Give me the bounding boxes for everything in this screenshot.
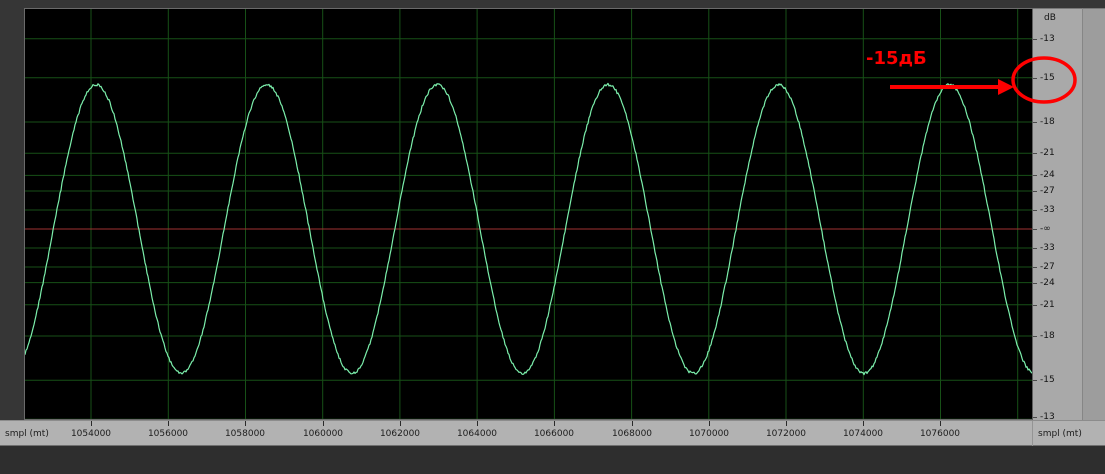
ruler-tick-label: 1070000 [688, 429, 730, 439]
ruler-tickmark [940, 421, 941, 426]
ruler-tickmark [168, 421, 169, 426]
db-scale-tickmark [1033, 282, 1037, 284]
db-scale-tickmark [1033, 417, 1037, 418]
ruler-tick-label: 1072000 [765, 429, 807, 439]
ruler-tick-label: 1068000 [611, 429, 653, 439]
db-scale-label: -33 [1040, 204, 1055, 215]
db-scale-unit-label: dB [1044, 13, 1056, 23]
ruler-divider [1032, 421, 1033, 447]
ruler-tickmark [632, 421, 633, 426]
ruler-tickmark [863, 421, 864, 426]
db-scale-tickmark [1033, 209, 1037, 211]
db-scale-tickmark [1033, 336, 1037, 337]
ruler-tick-label: 1076000 [919, 429, 961, 439]
db-scale-label: -27 [1040, 261, 1055, 272]
db-scale-tickmark [1033, 248, 1037, 250]
db-scale-label: -15 [1040, 375, 1055, 386]
time-ruler[interactable]: smpl (mt) smpl (mt) 1054000 1056000 105800… [0, 420, 1105, 447]
bottom-chrome [0, 446, 1105, 474]
db-scale-label: -24 [1040, 170, 1055, 181]
db-scale-tickmark [1033, 153, 1037, 155]
db-scale-label: -33 [1040, 243, 1055, 254]
db-scale-label: -24 [1040, 277, 1055, 288]
ruler-tick-label: 1064000 [456, 429, 498, 439]
ruler-tickmark [477, 421, 478, 426]
db-scale-tickmark [1033, 191, 1037, 193]
ruler-unit-right: smpl (mt) [1038, 429, 1082, 439]
ruler-tickmark [245, 421, 246, 426]
db-scale[interactable]: dB -13 -13 -15 -15 -18 -18 -21 -21 -24 -24 -27 -27-… [1032, 8, 1082, 422]
db-scale-label: -13 [1040, 33, 1055, 44]
ruler-tickmark [91, 421, 92, 426]
ruler-tickmark [786, 421, 787, 426]
waveform-svg [25, 9, 1032, 419]
ruler-tick-label: 1066000 [533, 429, 575, 439]
db-scale-tickmark [1033, 229, 1037, 230]
db-scale-label: -15 [1040, 72, 1055, 83]
ruler-tickmark [323, 421, 324, 426]
ruler-tick-label: 1056000 [147, 429, 189, 439]
db-scale-tickmark [1033, 121, 1037, 123]
ruler-tick-label: 1074000 [842, 429, 884, 439]
db-scale-label: -21 [1040, 299, 1055, 310]
db-scale-tickmark [1033, 77, 1037, 79]
db-scale-tickmark [1033, 38, 1037, 40]
db-scale-label: -18 [1040, 331, 1055, 341]
ruler-tick-label: 1058000 [224, 429, 266, 439]
ruler-tickmark [400, 421, 401, 426]
ruler-tick-label: 1054000 [70, 429, 112, 439]
db-scale-label: -27 [1040, 186, 1055, 197]
audio-editor-window: dB -13 -13 -15 -15 -18 -18 -21 -21 -24 -24 -27 -27-… [0, 0, 1105, 474]
ruler-tickmark [554, 421, 555, 426]
db-scale-label: -∞ [1040, 224, 1051, 234]
db-scale-label: -21 [1040, 148, 1055, 159]
ruler-tickmark [709, 421, 710, 426]
db-scale-tickmark [1033, 175, 1037, 177]
db-scale-tickmark [1033, 380, 1037, 382]
db-scale-label: -18 [1040, 116, 1055, 127]
db-scale-tickmark [1033, 266, 1037, 268]
ruler-unit-left: smpl (mt) [5, 429, 49, 439]
right-gutter [1082, 8, 1105, 420]
waveform-plot[interactable] [24, 8, 1032, 420]
ruler-tick-label: 1062000 [379, 429, 421, 439]
db-scale-tickmark [1033, 304, 1037, 306]
ruler-tick-label: 1060000 [302, 429, 344, 439]
